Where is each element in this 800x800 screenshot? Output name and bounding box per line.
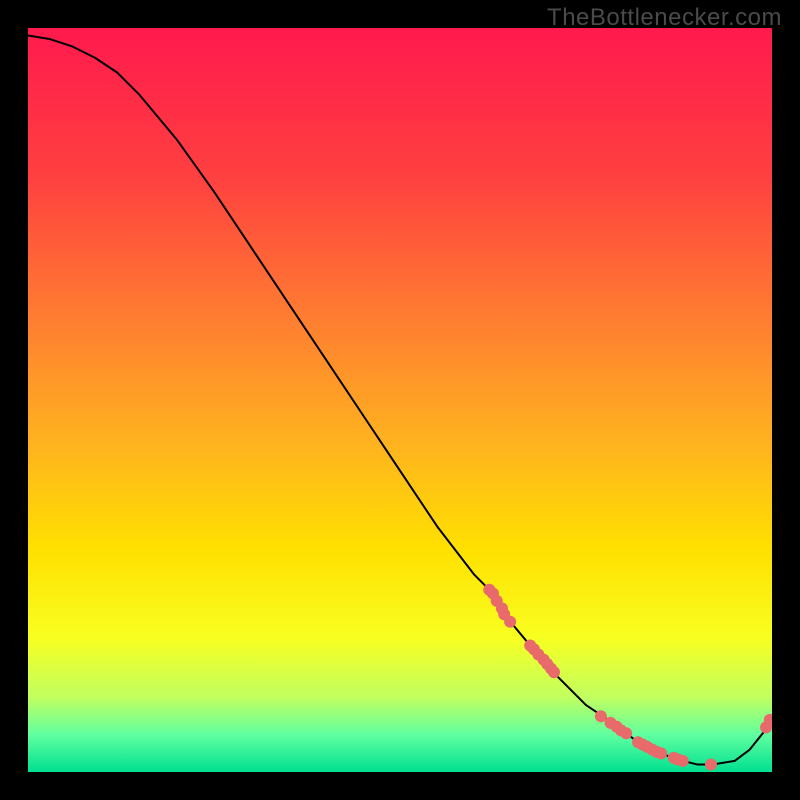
plot-area <box>28 28 772 772</box>
chart-container: TheBottlenecker.com <box>0 0 800 800</box>
watermark-text: TheBottlenecker.com <box>547 4 782 32</box>
gradient-background <box>28 28 772 772</box>
